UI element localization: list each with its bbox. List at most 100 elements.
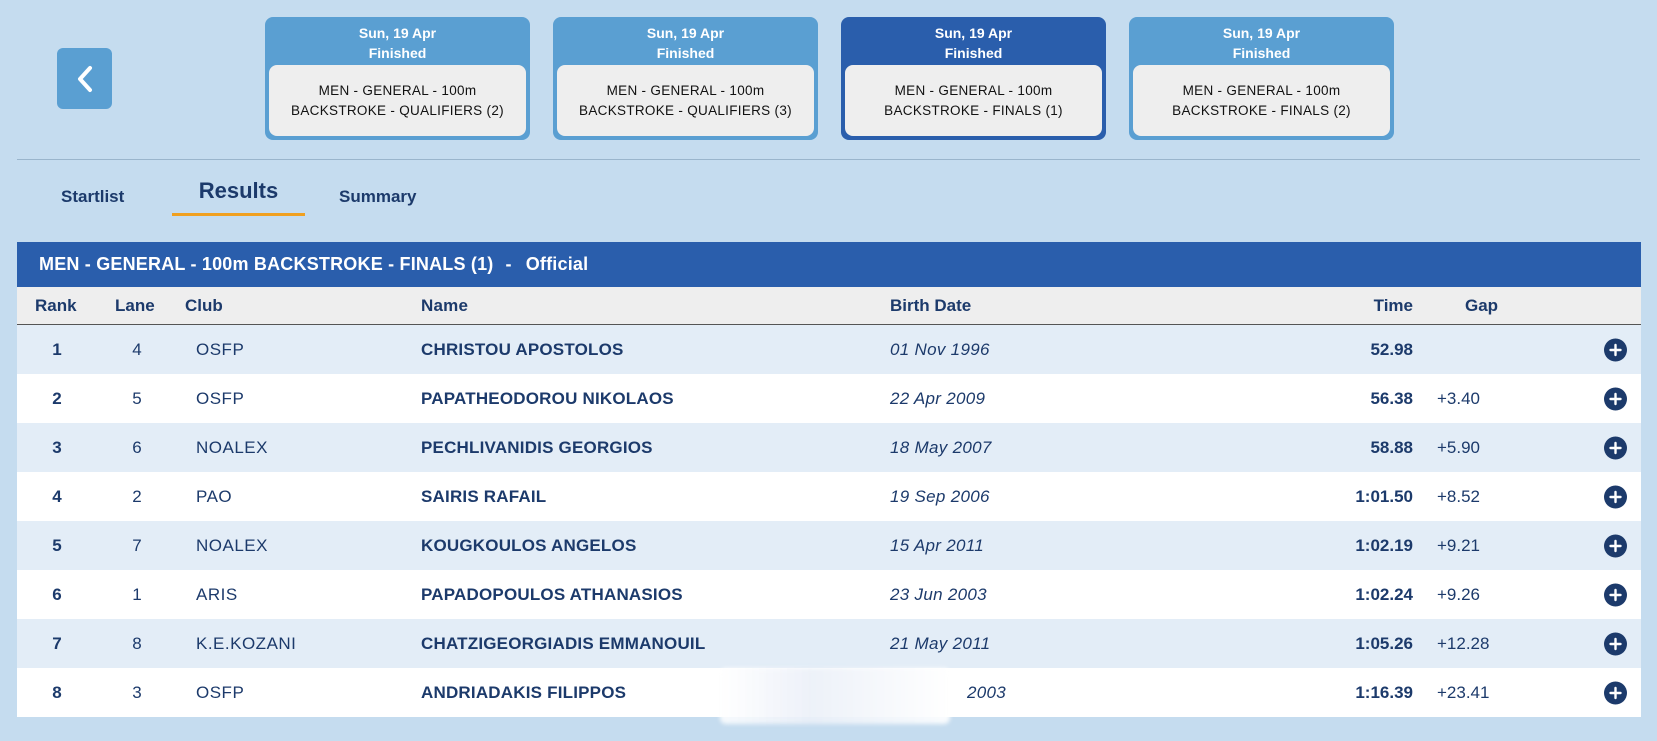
column-header-club[interactable]: Club <box>185 296 223 316</box>
tab-summary[interactable]: Summary <box>339 187 416 207</box>
lane-cell: 2 <box>132 486 142 506</box>
event-card[interactable]: Sun, 19 Apr Finished MEN - GENERAL - 100… <box>1129 17 1394 140</box>
swimmer-name-cell[interactable]: PAPADOPOULOS ATHANASIOS <box>421 585 683 605</box>
event-name-line2: BACKSTROKE - FINALS (1) <box>884 102 1063 118</box>
birth-date-cell: 23 Jun 2003 <box>890 584 987 604</box>
table-row[interactable]: 7 8 K.E.KOZANI CHATZIGEORGIADIS EMMANOUI… <box>17 619 1641 668</box>
plus-circle-icon[interactable] <box>1604 436 1627 459</box>
gap-cell: +3.40 <box>1437 388 1481 408</box>
event-card-body: MEN - GENERAL - 100m BACKSTROKE - QUALIF… <box>269 65 526 136</box>
event-name-line1: MEN - GENERAL - 100m <box>318 82 477 98</box>
table-row[interactable]: 4 2 PAO SAIRIS RAFAIL 19 Sep 2006 1:01.5… <box>17 472 1641 521</box>
club-cell: OSFP <box>196 682 245 702</box>
event-date: Sun, 19 Apr <box>934 25 1013 41</box>
table-row[interactable]: 6 1 ARIS PAPADOPOULOS ATHANASIOS 23 Jun … <box>17 570 1641 619</box>
birth-date-cell: 2003 <box>967 682 1007 702</box>
birth-date-cell: 22 Apr 2009 <box>890 388 986 408</box>
back-button[interactable] <box>57 48 112 109</box>
event-status: Finished <box>656 45 715 61</box>
plus-circle-icon[interactable] <box>1604 534 1627 557</box>
event-status: Finished <box>368 45 427 61</box>
event-card[interactable]: Sun, 19 Apr Finished MEN - GENERAL - 100… <box>553 17 818 140</box>
club-cell: OSFP <box>196 388 245 408</box>
column-header-lane[interactable]: Lane <box>115 296 155 316</box>
rank-cell: 1 <box>52 339 62 359</box>
column-header-gap[interactable]: Gap <box>1465 296 1498 316</box>
rank-cell: 2 <box>52 388 62 408</box>
event-date: Sun, 19 Apr <box>646 25 725 41</box>
birth-date-cell: 18 May 2007 <box>890 437 992 457</box>
plus-circle-icon[interactable] <box>1604 632 1627 655</box>
club-cell: K.E.KOZANI <box>196 633 297 653</box>
lane-cell: 3 <box>132 682 142 702</box>
gap-cell: +9.21 <box>1437 535 1481 555</box>
table-header: Rank Lane Club Name Birth Date Time Gap <box>17 287 1641 325</box>
club-cell: NOALEX <box>196 437 268 457</box>
event-name-line1: MEN - GENERAL - 100m <box>1182 82 1341 98</box>
chevron-left-icon <box>77 65 92 92</box>
lane-cell: 7 <box>132 535 142 555</box>
time-cell: 1:02.24 <box>1355 584 1413 604</box>
birth-date-cell: 15 Apr 2011 <box>890 535 985 555</box>
time-cell: 58.88 <box>1370 437 1413 457</box>
rank-cell: 3 <box>52 437 62 457</box>
event-card-active[interactable]: Sun, 19 Apr Finished MEN - GENERAL - 100… <box>841 17 1106 140</box>
gap-cell: +8.52 <box>1437 486 1481 506</box>
time-cell: 1:02.19 <box>1355 535 1413 555</box>
results-status: Official <box>525 254 589 274</box>
table-row[interactable]: 5 7 NOALEX KOUGKOULOS ANGELOS 15 Apr 201… <box>17 521 1641 570</box>
lane-cell: 1 <box>132 584 142 604</box>
title-separator: - <box>505 254 512 274</box>
time-cell: 1:16.39 <box>1355 682 1413 702</box>
event-card-body: MEN - GENERAL - 100m BACKSTROKE - FINALS… <box>1133 65 1390 136</box>
swimmer-name-cell[interactable]: PECHLIVANIDIS GEORGIOS <box>421 438 653 458</box>
section-divider <box>17 159 1640 160</box>
rank-cell: 8 <box>52 682 62 702</box>
table-row[interactable]: 2 5 OSFP PAPATHEODOROU NIKOLAOS 22 Apr 2… <box>17 374 1641 423</box>
event-card-body: MEN - GENERAL - 100m BACKSTROKE - QUALIF… <box>557 65 814 136</box>
tab-startlist[interactable]: Startlist <box>61 187 124 207</box>
event-card-body: MEN - GENERAL - 100m BACKSTROKE - FINALS… <box>845 65 1102 136</box>
swimmer-name-cell[interactable]: CHRISTOU APOSTOLOS <box>421 340 624 360</box>
column-header-birth-date[interactable]: Birth Date <box>890 296 971 316</box>
table-row[interactable]: 3 6 NOALEX PECHLIVANIDIS GEORGIOS 18 May… <box>17 423 1641 472</box>
lane-cell: 6 <box>132 437 142 457</box>
event-card-header: Sun, 19 Apr Finished <box>269 21 526 65</box>
swimmer-name-cell[interactable]: SAIRIS RAFAIL <box>421 487 546 507</box>
rank-cell: 5 <box>52 535 62 555</box>
club-cell: OSFP <box>196 339 245 359</box>
event-title: MEN - GENERAL - 100m BACKSTROKE - FINALS… <box>39 254 494 274</box>
rank-cell: 6 <box>52 584 62 604</box>
swimmer-name-cell[interactable]: KOUGKOULOS ANGELOS <box>421 536 636 556</box>
event-status: Finished <box>1232 45 1291 61</box>
event-card[interactable]: Sun, 19 Apr Finished MEN - GENERAL - 100… <box>265 17 530 140</box>
results-title-bar: MEN - GENERAL - 100m BACKSTROKE - FINALS… <box>17 242 1641 287</box>
gap-cell: +23.41 <box>1437 682 1490 702</box>
gap-cell: +5.90 <box>1437 437 1481 457</box>
plus-circle-icon[interactable] <box>1604 387 1627 410</box>
plus-circle-icon[interactable] <box>1604 681 1627 704</box>
rank-cell: 4 <box>52 486 62 506</box>
column-header-name[interactable]: Name <box>421 296 468 316</box>
gap-cell: +12.28 <box>1437 633 1490 653</box>
event-status: Finished <box>944 45 1003 61</box>
swimmer-name-cell[interactable]: ANDRIADAKIS FILIPPOS <box>421 683 626 703</box>
plus-circle-icon[interactable] <box>1604 338 1627 361</box>
event-name-line2: BACKSTROKE - FINALS (2) <box>1172 102 1351 118</box>
event-name-line2: BACKSTROKE - QUALIFIERS (2) <box>291 102 504 118</box>
event-card-header: Sun, 19 Apr Finished <box>557 21 814 65</box>
redacted-overlay <box>720 668 950 724</box>
table-row[interactable]: 1 4 OSFP CHRISTOU APOSTOLOS 01 Nov 1996 … <box>17 325 1641 374</box>
lane-cell: 5 <box>132 388 142 408</box>
tab-results[interactable]: Results <box>172 178 305 216</box>
swimmer-name-cell[interactable]: CHATZIGEORGIADIS EMMANOUIL <box>421 634 705 654</box>
event-card-header: Sun, 19 Apr Finished <box>845 21 1102 65</box>
time-cell: 56.38 <box>1370 388 1413 408</box>
plus-circle-icon[interactable] <box>1604 583 1627 606</box>
swimmer-name-cell[interactable]: PAPATHEODOROU NIKOLAOS <box>421 389 674 409</box>
event-date: Sun, 19 Apr <box>358 25 437 41</box>
plus-circle-icon[interactable] <box>1604 485 1627 508</box>
time-cell: 1:01.50 <box>1355 486 1413 506</box>
column-header-time[interactable]: Time <box>1374 296 1413 316</box>
column-header-rank[interactable]: Rank <box>35 296 77 316</box>
